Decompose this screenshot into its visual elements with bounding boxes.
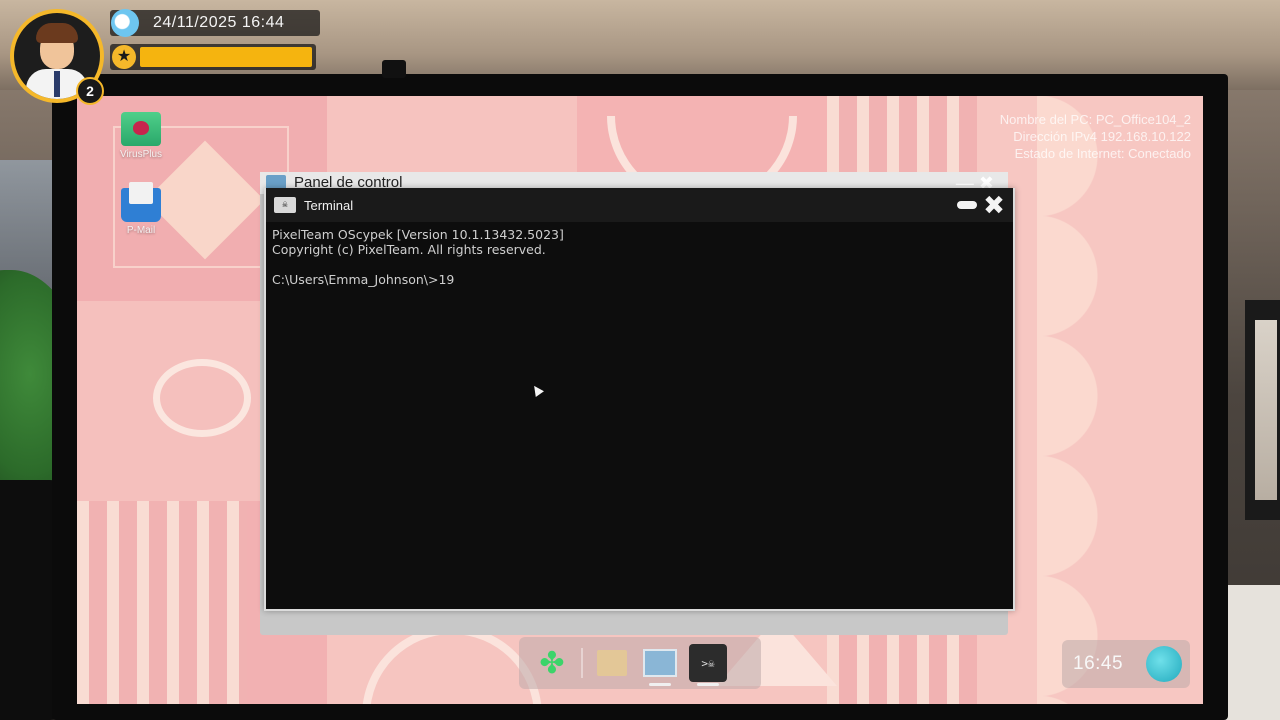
pc-internet-status: Estado de Internet: Conectado (1014, 146, 1191, 161)
desktop-icon-label: P-Mail (126, 225, 156, 236)
skull-terminal-icon: ☠ (274, 197, 296, 213)
desktop-icon-pmail[interactable]: P-Mail (113, 182, 169, 236)
webcam (382, 60, 406, 78)
terminal-line: PixelTeam OScypek [Version 10.1.13432.50… (272, 227, 564, 242)
desktop-screen: VirusPlus P-Mail Nombre del PC: PC_Offic… (77, 96, 1203, 704)
pc-name: Nombre del PC: PC_Office104_2 (999, 112, 1191, 127)
desktop-icon-label: VirusPlus (119, 149, 163, 160)
minimize-button[interactable] (957, 201, 977, 209)
cloud-sun-icon (111, 9, 139, 37)
terminal-line: Copyright (c) PixelTeam. All rights rese… (272, 242, 546, 257)
globe-network-icon[interactable] (1146, 646, 1182, 682)
mouse-cursor (530, 383, 544, 397)
tray-clock: 16:45 (1073, 653, 1124, 674)
level-badge: 2 (76, 77, 104, 105)
taskbar-divider (581, 648, 583, 678)
control-panel-taskbar-icon[interactable] (641, 644, 679, 686)
xp-bar: ★ (110, 44, 316, 70)
terminal-output[interactable]: PixelTeam OScypek [Version 10.1.13432.50… (266, 222, 1013, 292)
terminal-titlebar[interactable]: ☠ Terminal ✖ (266, 188, 1013, 222)
wallpaper-stripes (77, 501, 247, 704)
xp-fill (140, 47, 312, 67)
start-icon[interactable]: ✤ (533, 644, 571, 682)
pc-info: Nombre del PC: PC_Office104_2 Dirección … (1000, 111, 1191, 162)
pc-ip: Dirección IPv4 192.168.10.122 (1013, 129, 1191, 144)
wallpaper-scallops (1037, 96, 1203, 704)
terminal-window[interactable]: ☠ Terminal ✖ PixelTeam OScypek [Version … (264, 188, 1015, 611)
folder-icon[interactable] (593, 644, 631, 682)
terminal-prompt[interactable]: C:\Users\Emma_Johnson\>19 (272, 272, 1007, 287)
terminal-taskbar-icon[interactable]: >☠ (689, 644, 727, 686)
star-icon: ★ (112, 45, 136, 69)
avatar-hair (36, 23, 78, 43)
mail-icon (121, 182, 161, 222)
datetime-bar: 24/11/2025 16:44 (110, 9, 320, 37)
system-tray: 16:45 (1062, 640, 1190, 688)
wallpaper-ring (153, 359, 251, 437)
virusplus-icon (121, 112, 161, 146)
game-datetime: 24/11/2025 16:44 (153, 14, 285, 31)
avatar-tie (54, 71, 60, 97)
right-window (1245, 300, 1280, 520)
desktop-icon-virusplus[interactable]: VirusPlus (113, 112, 169, 160)
terminal-title: Terminal (304, 197, 354, 213)
taskbar: ✤ >☠ (519, 637, 761, 689)
close-button[interactable]: ✖ (981, 192, 1007, 218)
